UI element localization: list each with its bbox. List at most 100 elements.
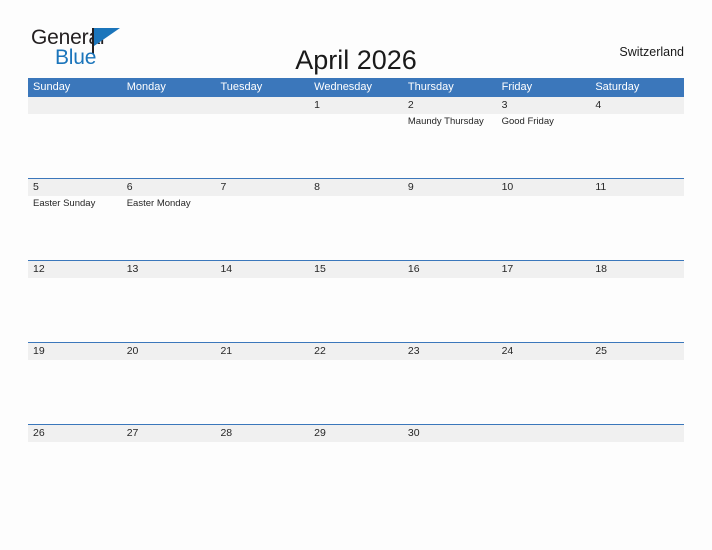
weekday-header-row: Sunday Monday Tuesday Wednesday Thursday… <box>28 78 684 96</box>
day-number[interactable]: 8 <box>309 179 403 196</box>
day-cell-body[interactable] <box>309 196 403 260</box>
week-event-band <box>28 360 684 424</box>
day-cell-body[interactable] <box>215 442 309 506</box>
day-cell-body[interactable] <box>309 114 403 178</box>
day-number[interactable]: 3 <box>497 97 591 114</box>
calendar-week-row: 12 13 14 15 16 17 18 <box>28 260 684 342</box>
day-number[interactable]: 14 <box>215 261 309 278</box>
day-number[interactable]: 7 <box>215 179 309 196</box>
day-cell-body[interactable]: Good Friday <box>497 114 591 178</box>
day-number[interactable] <box>497 425 591 442</box>
day-cell-body[interactable] <box>309 442 403 506</box>
event-label: Easter Sunday <box>33 198 96 209</box>
day-number[interactable]: 1 <box>309 97 403 114</box>
day-number[interactable] <box>590 425 684 442</box>
day-number[interactable]: 18 <box>590 261 684 278</box>
day-cell-body[interactable] <box>497 442 591 506</box>
day-cell-body[interactable] <box>122 114 216 178</box>
day-number[interactable]: 9 <box>403 179 497 196</box>
day-number[interactable]: 10 <box>497 179 591 196</box>
week-date-band: 19 20 21 22 23 24 25 <box>28 343 684 360</box>
page-header: General Blue April 2026 Switzerland <box>0 0 712 76</box>
day-cell-body[interactable] <box>403 278 497 342</box>
day-cell-body[interactable] <box>28 278 122 342</box>
blue-flag-icon <box>94 28 120 46</box>
day-cell-body[interactable] <box>28 442 122 506</box>
day-number[interactable] <box>122 97 216 114</box>
day-number[interactable]: 26 <box>28 425 122 442</box>
week-event-band: Maundy Thursday Good Friday <box>28 114 684 178</box>
weekday-header-monday: Monday <box>126 81 166 93</box>
day-number[interactable]: 13 <box>122 261 216 278</box>
day-number[interactable]: 4 <box>590 97 684 114</box>
day-cell-body[interactable]: Easter Sunday <box>28 196 122 260</box>
calendar-week-row: 19 20 21 22 23 24 25 <box>28 342 684 424</box>
day-cell-body[interactable] <box>28 360 122 424</box>
day-cell-body[interactable] <box>497 278 591 342</box>
day-cell-body[interactable]: Maundy Thursday <box>403 114 497 178</box>
day-number[interactable]: 6 <box>122 179 216 196</box>
week-date-band: 5 6 7 8 9 10 11 <box>28 179 684 196</box>
weekday-header-thursday: Thursday <box>407 81 454 93</box>
day-cell-body[interactable] <box>215 114 309 178</box>
day-cell-body[interactable] <box>403 360 497 424</box>
day-number[interactable]: 19 <box>28 343 122 360</box>
event-label: Easter Monday <box>126 198 191 209</box>
day-cell-body[interactable] <box>590 360 684 424</box>
day-cell-body[interactable] <box>122 360 216 424</box>
day-cell-body[interactable] <box>590 278 684 342</box>
weekday-header-saturday: Saturday <box>595 81 640 93</box>
weekday-header-wednesday: Wednesday <box>314 81 373 93</box>
day-number[interactable]: 17 <box>497 261 591 278</box>
day-number[interactable]: 12 <box>28 261 122 278</box>
week-event-band <box>28 442 684 506</box>
day-number[interactable]: 23 <box>403 343 497 360</box>
day-number[interactable]: 22 <box>309 343 403 360</box>
region-label: Switzerland <box>619 45 684 59</box>
day-cell-body[interactable] <box>590 114 684 178</box>
day-cell-body[interactable] <box>403 196 497 260</box>
day-number[interactable]: 28 <box>215 425 309 442</box>
day-number[interactable]: 29 <box>309 425 403 442</box>
calendar-grid: Sunday Monday Tuesday Wednesday Thursday… <box>28 78 684 506</box>
page-title: April 2026 <box>295 45 417 76</box>
week-event-band <box>28 278 684 342</box>
day-cell-body[interactable] <box>309 360 403 424</box>
day-number[interactable]: 2 <box>403 97 497 114</box>
day-number[interactable] <box>28 97 122 114</box>
calendar-week-row: 1 2 3 4 Maundy Thursday Good Friday <box>28 96 684 178</box>
day-number[interactable]: 15 <box>309 261 403 278</box>
week-date-band: 26 27 28 29 30 <box>28 425 684 442</box>
day-cell-body[interactable] <box>497 196 591 260</box>
day-number[interactable]: 11 <box>590 179 684 196</box>
day-cell-body[interactable] <box>215 196 309 260</box>
day-cell-body[interactable] <box>122 278 216 342</box>
weekday-header-friday: Friday <box>501 81 533 93</box>
day-number[interactable]: 5 <box>28 179 122 196</box>
day-number[interactable] <box>215 97 309 114</box>
weekday-header-sunday: Sunday <box>33 81 71 93</box>
day-number[interactable]: 25 <box>590 343 684 360</box>
day-cell-body[interactable] <box>215 278 309 342</box>
day-number[interactable]: 30 <box>403 425 497 442</box>
day-number[interactable]: 21 <box>215 343 309 360</box>
day-number[interactable]: 16 <box>403 261 497 278</box>
day-cell-body[interactable] <box>497 360 591 424</box>
week-date-band: 1 2 3 4 <box>28 97 684 114</box>
week-event-band: Easter Sunday Easter Monday <box>28 196 684 260</box>
calendar-week-row: 5 6 7 8 9 10 11 Easter Sunday Easter Mon… <box>28 178 684 260</box>
day-cell-body[interactable] <box>590 442 684 506</box>
calendar-week-row: 26 27 28 29 30 <box>28 424 684 506</box>
event-label: Good Friday <box>501 116 554 127</box>
day-cell-body[interactable] <box>122 442 216 506</box>
day-cell-body[interactable] <box>28 114 122 178</box>
day-cell-body[interactable] <box>403 442 497 506</box>
day-cell-body[interactable] <box>215 360 309 424</box>
day-number[interactable]: 20 <box>122 343 216 360</box>
day-cell-body[interactable] <box>309 278 403 342</box>
event-label: Maundy Thursday <box>407 116 484 127</box>
day-number[interactable]: 24 <box>497 343 591 360</box>
day-number[interactable]: 27 <box>122 425 216 442</box>
day-cell-body[interactable] <box>590 196 684 260</box>
day-cell-body[interactable]: Easter Monday <box>122 196 216 260</box>
